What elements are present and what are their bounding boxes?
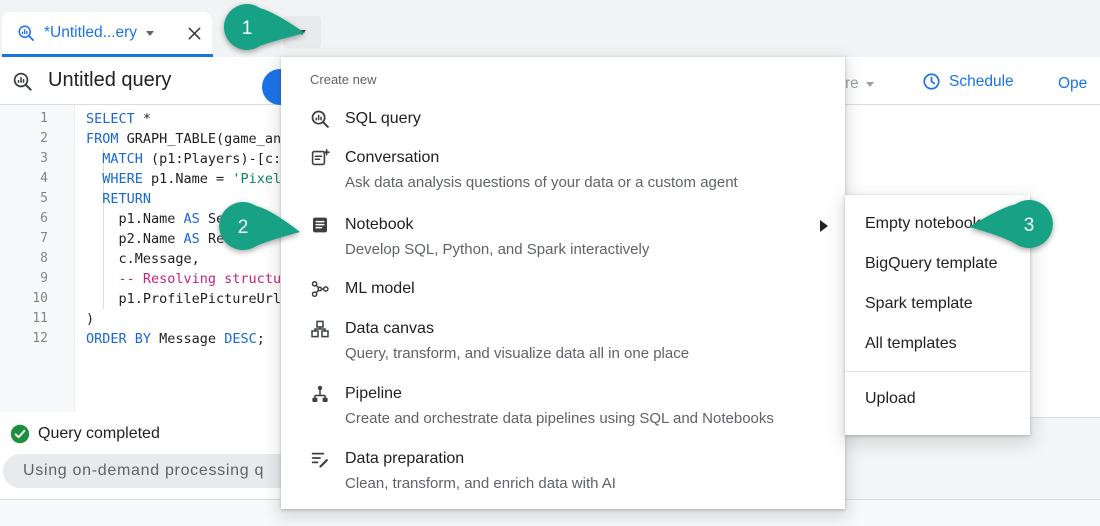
menu-item-data-preparation[interactable]: Data preparationClean, transform, and en… <box>281 447 845 496</box>
pipeline-icon <box>310 384 330 404</box>
close-icon <box>187 26 202 41</box>
line-number: 11 <box>0 309 48 329</box>
submenu-arrow-icon <box>820 219 828 237</box>
line-number: 12 <box>0 329 48 349</box>
menu-item-label: Conversation <box>345 146 738 170</box>
line-number: 4 <box>0 169 48 189</box>
line-number: 7 <box>0 229 48 249</box>
tab-untitled-query[interactable]: *Untitled...ery <box>2 12 212 54</box>
code-line[interactable]: ORDER BY Message DESC; <box>86 329 281 349</box>
code-line[interactable]: -- Resolving structu <box>86 269 281 289</box>
menu-item-subtitle: Create and orchestrate data pipelines us… <box>345 406 774 431</box>
menu-item-subtitle: Query, transform, and visualize data all… <box>345 341 689 366</box>
submenu-item-spark-template[interactable]: Spark template <box>845 284 1030 324</box>
tab-label: *Untitled...ery <box>44 24 137 42</box>
query-magnifier-icon <box>17 24 35 42</box>
data-canvas-icon <box>310 319 330 339</box>
menu-item-pipeline[interactable]: PipelineCreate and orchestrate data pipe… <box>281 382 845 431</box>
line-number: 8 <box>0 249 48 269</box>
check-circle-icon <box>10 424 30 444</box>
annotation-balloon-1: 1 <box>218 2 314 54</box>
tab-close-button[interactable] <box>187 26 202 41</box>
query-status-text: Query completed <box>38 425 160 443</box>
menu-item-label: Notebook <box>345 213 649 237</box>
submenu-item-all-templates[interactable]: All templates <box>845 324 1030 364</box>
submenu-item-upload[interactable]: Upload <box>845 379 1030 419</box>
line-number: 3 <box>0 149 48 169</box>
menu-item-conversation[interactable]: ConversationAsk data analysis questions … <box>281 146 845 195</box>
line-number: 5 <box>0 189 48 209</box>
menu-item-sql-query[interactable]: SQL query <box>281 107 845 131</box>
line-number: 6 <box>0 209 48 229</box>
menu-item-label: Pipeline <box>345 382 774 406</box>
create-new-menu: Create new SQL query ConversationAsk data… <box>281 57 845 509</box>
code-line[interactable]: SELECT * <box>86 109 281 129</box>
line-number: 2 <box>0 129 48 149</box>
menu-item-data-canvas[interactable]: Data canvasQuery, transform, and visuali… <box>281 317 845 366</box>
code-line[interactable]: MATCH (p1:Players)-[c: <box>86 149 281 169</box>
annotation-balloon-2: 2 <box>214 199 310 253</box>
line-numbers: 123456789101112 <box>0 109 48 349</box>
menu-item-label: Data preparation <box>345 447 616 471</box>
annotation-balloon-3: 3 <box>962 197 1058 251</box>
notebook-icon <box>310 215 330 235</box>
open-button-partial[interactable]: Ope <box>1058 75 1087 93</box>
schedule-button[interactable]: Schedule <box>922 72 1014 91</box>
tab-bar: *Untitled...ery <box>0 0 1100 57</box>
menu-item-label: Data canvas <box>345 317 689 341</box>
menu-item-label: ML model <box>345 277 415 301</box>
chevron-down-icon <box>866 82 874 87</box>
menu-item-subtitle: Develop SQL, Python, and Spark interacti… <box>345 237 649 262</box>
svg-text:3: 3 <box>1024 215 1035 236</box>
bigquery-workspace: *Untitled...ery Untitled query re Schedu… <box>0 0 1100 526</box>
data-preparation-icon <box>310 449 330 469</box>
menu-header: Create new <box>310 72 376 87</box>
line-number: 10 <box>0 289 48 309</box>
query-magnifier-icon <box>12 71 33 92</box>
menu-item-label: SQL query <box>345 107 421 131</box>
code-line[interactable]: ) <box>86 309 281 329</box>
svg-text:1: 1 <box>242 18 253 39</box>
schedule-button-label: Schedule <box>949 73 1014 91</box>
more-button-label: re <box>845 75 859 93</box>
menu-item-subtitle: Clean, transform, and enrich data with A… <box>345 471 616 496</box>
svg-text:2: 2 <box>238 217 249 238</box>
more-button-partial[interactable]: re <box>845 75 874 93</box>
submenu-divider <box>845 371 1030 372</box>
line-number: 9 <box>0 269 48 289</box>
sql-query-icon <box>310 109 330 129</box>
line-number: 1 <box>0 109 48 129</box>
code-line[interactable]: p1.ProfilePictureUrl <box>86 289 281 309</box>
tab-chevron-down-icon[interactable] <box>146 31 154 36</box>
code-line[interactable]: FROM GRAPH_TABLE(game_an <box>86 129 281 149</box>
editor-gutter: 123456789101112 <box>0 105 75 412</box>
menu-item-ml-model[interactable]: ML model <box>281 277 845 301</box>
menu-item-subtitle: Ask data analysis questions of your data… <box>345 170 738 195</box>
conversation-icon <box>310 148 330 168</box>
clock-icon <box>922 72 941 91</box>
menu-item-notebook[interactable]: NotebookDevelop SQL, Python, and Spark i… <box>281 213 845 262</box>
ml-model-icon <box>310 279 330 299</box>
query-title: Untitled query <box>48 69 171 92</box>
code-line[interactable]: WHERE p1.Name = 'Pixel <box>86 169 281 189</box>
